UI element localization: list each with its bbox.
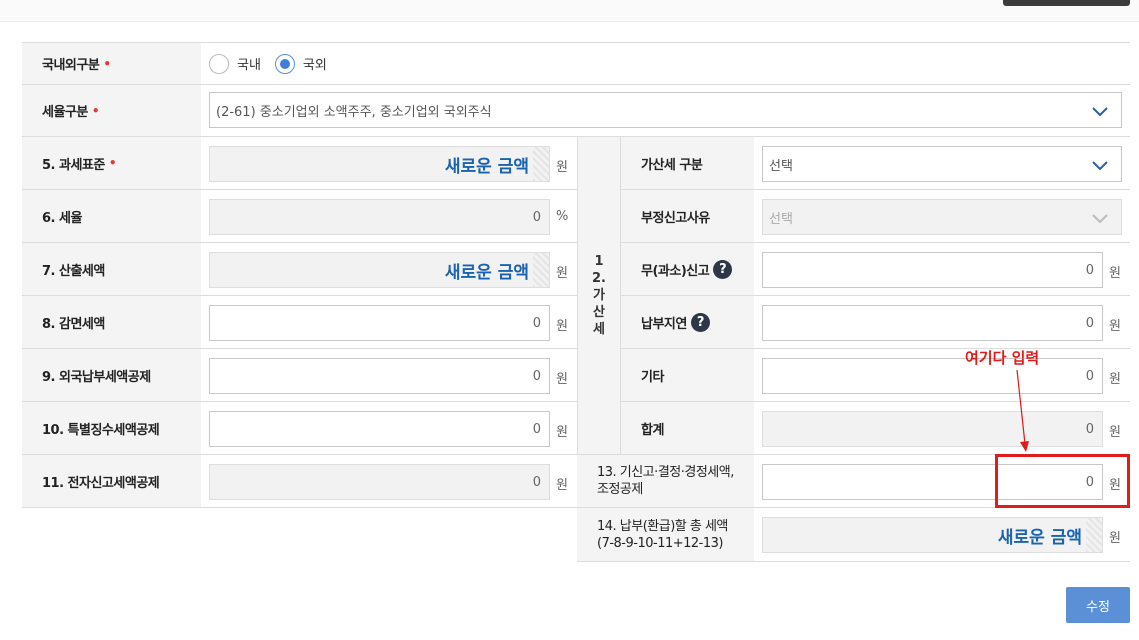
radio-foreign[interactable]: 국외 — [274, 53, 327, 74]
help-icon[interactable]: ? — [713, 259, 733, 279]
rate-label: 6. 세율 — [22, 190, 201, 243]
base-label: 5. 과세표준 • — [22, 137, 201, 190]
late-payment-input[interactable]: 0 — [762, 305, 1103, 341]
annotation-highlight-box — [995, 454, 1130, 508]
penalty-section-label: 12. 가산세 — [577, 137, 621, 455]
reduction-label: 8. 감면세액 — [22, 296, 201, 349]
top-bar — [0, 0, 1139, 22]
radio-domestic-circle[interactable] — [209, 53, 229, 74]
calc-label: 7. 산출세액 — [22, 243, 201, 296]
tax-rate-type-label: 세율구분 • — [22, 85, 201, 137]
adjust-label: 13. 기신고·결정·경정세액, 조정공제 — [577, 455, 754, 508]
unit-won: 원 — [556, 425, 568, 440]
reduction-input[interactable]: 0 — [209, 305, 550, 341]
penalty-other-input[interactable]: 0 — [762, 358, 1103, 394]
annotation-arrow-icon — [1016, 369, 1029, 452]
base-input: 새로운 금액 — [209, 146, 550, 182]
late-payment-label: 납부지연? — [621, 296, 754, 349]
unit-won: 원 — [1109, 372, 1121, 387]
unit-won: 원 — [556, 266, 568, 281]
unit-won: 원 — [556, 478, 568, 493]
penalty-type-label: 가산세 구분 — [621, 137, 754, 190]
help-icon[interactable]: ? — [690, 312, 710, 332]
e-filing-credit-input: 0 — [209, 464, 550, 500]
total-pay-label: 14. 납부(환급)할 총 세액 (7-8-9-10-11+12-13) — [577, 508, 754, 562]
penalty-other-label: 기타 — [621, 349, 754, 402]
penalty-total-label: 합계 — [621, 402, 754, 455]
special-credit-input[interactable]: 0 — [209, 411, 550, 447]
e-filing-credit-label: 11. 전자신고세액공제 — [22, 455, 201, 508]
unit-won: 원 — [1109, 425, 1121, 440]
chevron-down-icon — [1092, 214, 1108, 224]
submit-button[interactable]: 수정 — [1066, 587, 1130, 623]
special-credit-label: 10. 특별징수세액공제 — [22, 402, 201, 455]
penalty-total-input: 0 — [762, 411, 1103, 447]
under-report-label: 무(과소)신고? — [621, 243, 754, 296]
penalty-type-select[interactable]: 선택 — [762, 146, 1122, 182]
unit-won: 원 — [1109, 266, 1121, 281]
unit-won: 원 — [1109, 319, 1121, 334]
region-label: 국내외구분 • — [22, 42, 201, 85]
chevron-down-icon — [1092, 107, 1108, 117]
under-report-input[interactable]: 0 — [762, 252, 1103, 288]
chevron-down-icon — [1092, 161, 1108, 171]
unit-won: 원 — [556, 372, 568, 387]
top-action-button[interactable] — [1003, 0, 1130, 6]
unit-won: 원 — [556, 319, 568, 334]
tax-rate-type-select[interactable]: (2-61) 중소기업외 소액주주, 중소기업외 국외주식 — [209, 92, 1122, 128]
unit-won: 원 — [556, 160, 568, 175]
unit-percent: % — [556, 209, 569, 224]
foreign-credit-input[interactable]: 0 — [209, 358, 550, 394]
unit-won: 원 — [1109, 531, 1121, 546]
annotation-text: 여기다 입력 — [965, 349, 1040, 367]
penalty-reason-label: 부정신고사유 — [621, 190, 754, 243]
radio-foreign-circle[interactable] — [274, 53, 295, 74]
foreign-credit-label: 9. 외국납부세액공제 — [22, 349, 201, 402]
radio-domestic[interactable]: 국내 — [209, 53, 261, 74]
total-pay-input: 새로운 금액 — [762, 517, 1103, 553]
rate-input: 0 — [209, 199, 550, 235]
region-radio-group: 국내 국외 — [201, 42, 1130, 85]
calc-input: 새로운 금액 — [209, 252, 550, 288]
penalty-reason-select: 선택 — [762, 199, 1122, 235]
